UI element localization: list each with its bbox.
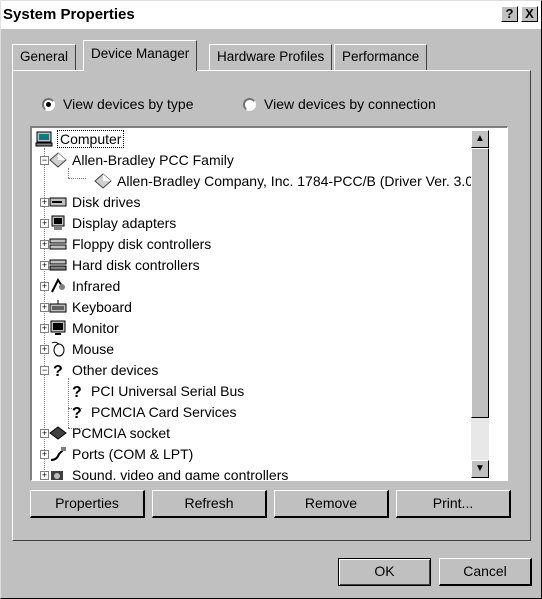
- collapse-icon[interactable]: −: [40, 366, 49, 375]
- disk-drive-icon: [49, 194, 67, 210]
- tree-item-label: Other devices: [72, 362, 159, 378]
- expand-icon[interactable]: +: [40, 240, 49, 249]
- svg-text:?: ?: [72, 384, 82, 399]
- radio-selected-icon: [42, 98, 55, 111]
- device-manager-panel: View devices by type View devices by con…: [12, 70, 531, 541]
- expand-icon[interactable]: +: [40, 219, 49, 228]
- scroll-thumb[interactable]: [471, 148, 489, 418]
- properties-button[interactable]: Properties: [30, 490, 145, 518]
- tree-item-label: PCMCIA Card Services: [91, 404, 237, 420]
- ports-icon: [49, 446, 67, 462]
- expand-icon[interactable]: +: [40, 282, 49, 291]
- tree-item-label: Monitor: [72, 320, 119, 336]
- expand-icon[interactable]: +: [40, 471, 49, 480]
- tree-item-label: Disk drives: [72, 194, 141, 210]
- view-by-connection-radio[interactable]: View devices by connection: [243, 96, 436, 114]
- close-button[interactable]: X: [521, 6, 538, 22]
- diamond-device-icon: [94, 173, 112, 189]
- view-by-connection-label: View devices by connection: [264, 96, 436, 112]
- tab-general[interactable]: General: [12, 44, 77, 70]
- tree-item-label: Ports (COM & LPT): [72, 446, 194, 462]
- tree-item-label: PCMCIA socket: [72, 425, 171, 441]
- title-bar[interactable]: System Properties ? X: [1, 1, 541, 29]
- tree-item-label: Display adapters: [72, 215, 177, 231]
- scroll-up-arrow-icon[interactable]: ▲: [471, 130, 489, 148]
- tab-device-manager[interactable]: Device Manager: [83, 40, 198, 71]
- monitor-icon: [49, 320, 67, 336]
- tree-item-label: Computer: [56, 130, 125, 148]
- expand-icon[interactable]: +: [40, 450, 49, 459]
- tree-item[interactable]: ? PCMCIA Card Services: [68, 402, 236, 422]
- cancel-button[interactable]: Cancel: [439, 558, 532, 586]
- tree-item[interactable]: Sound, video and game controllers: [49, 465, 289, 481]
- remove-button[interactable]: Remove: [274, 490, 389, 518]
- mouse-icon: [49, 341, 67, 357]
- sound-icon: [49, 467, 67, 480]
- tree-item[interactable]: Disk drives: [49, 192, 140, 212]
- expand-icon[interactable]: +: [40, 429, 49, 438]
- ok-button[interactable]: OK: [338, 558, 431, 586]
- tree-item-label: Sound, video and game controllers: [72, 467, 289, 481]
- tree-item[interactable]: Ports (COM & LPT): [49, 444, 193, 464]
- tree-item-label: Mouse: [72, 341, 115, 357]
- window-title: System Properties: [3, 6, 135, 23]
- tab-performance[interactable]: Performance: [334, 44, 428, 70]
- keyboard-icon: [49, 299, 67, 315]
- system-properties-window: System Properties ? X General Device Man…: [0, 0, 542, 599]
- tree-item-label: Floppy disk controllers: [72, 236, 212, 252]
- display-adapter-icon: [49, 215, 67, 231]
- expand-icon[interactable]: +: [40, 198, 49, 207]
- tree-item[interactable]: Floppy disk controllers: [49, 234, 211, 254]
- question-device-icon: ?: [49, 362, 67, 380]
- refresh-button[interactable]: Refresh: [152, 490, 267, 518]
- tree-item-label: Allen-Bradley Company, Inc. 1784-PCC/B (…: [117, 173, 478, 189]
- svg-text:?: ?: [72, 405, 82, 420]
- hard-disk-controller-icon: [49, 257, 67, 273]
- expand-icon[interactable]: +: [40, 324, 49, 333]
- help-button[interactable]: ?: [501, 6, 518, 22]
- tree-item-label: PCI Universal Serial Bus: [91, 383, 245, 399]
- computer-icon: [35, 131, 53, 147]
- tree-item-label: Infrared: [72, 278, 121, 294]
- tree-item[interactable]: PCMCIA socket: [49, 423, 170, 443]
- svg-text:?: ?: [53, 363, 63, 378]
- scroll-down-arrow-icon[interactable]: ▼: [471, 460, 489, 478]
- tree-item[interactable]: Computer: [35, 129, 125, 149]
- pcmcia-icon: [49, 425, 67, 441]
- expand-icon[interactable]: +: [40, 303, 49, 312]
- tree-item[interactable]: Mouse: [49, 339, 114, 359]
- collapse-icon[interactable]: −: [40, 156, 49, 165]
- tree-item[interactable]: Hard disk controllers: [49, 255, 200, 275]
- tree-item-label: Keyboard: [72, 299, 132, 315]
- tree-item[interactable]: ? Other devices: [49, 360, 158, 380]
- view-by-type-label: View devices by type: [63, 96, 194, 112]
- radio-empty-icon: [243, 98, 256, 111]
- vertical-scrollbar[interactable]: ▲ ▼: [471, 130, 489, 478]
- expand-icon[interactable]: +: [40, 261, 49, 270]
- tab-hardware-profiles[interactable]: Hardware Profiles: [209, 44, 333, 70]
- tree-item[interactable]: ? PCI Universal Serial Bus: [68, 381, 244, 401]
- tree-item[interactable]: Infrared: [49, 276, 120, 296]
- tree-item[interactable]: Allen-Bradley PCC Family: [49, 150, 234, 170]
- expand-icon[interactable]: +: [40, 345, 49, 354]
- question-device-icon: ?: [68, 404, 86, 422]
- question-device-icon: ?: [68, 383, 86, 401]
- diamond-device-icon: [49, 152, 67, 168]
- print-button[interactable]: Print...: [396, 490, 511, 518]
- tree-item[interactable]: Allen-Bradley Company, Inc. 1784-PCC/B (…: [94, 171, 478, 191]
- tree-item[interactable]: Monitor: [49, 318, 119, 338]
- tree-item[interactable]: Keyboard: [49, 297, 132, 317]
- floppy-controller-icon: [49, 236, 67, 252]
- tree-item[interactable]: Display adapters: [49, 213, 176, 233]
- infrared-icon: [49, 278, 67, 294]
- view-by-type-radio[interactable]: View devices by type: [42, 96, 193, 114]
- tree-item-label: Allen-Bradley PCC Family: [72, 152, 234, 168]
- tree-item-label: Hard disk controllers: [72, 257, 200, 273]
- device-tree[interactable]: Computer Allen-Bradley PCC Family − Allen-B…: [30, 126, 508, 481]
